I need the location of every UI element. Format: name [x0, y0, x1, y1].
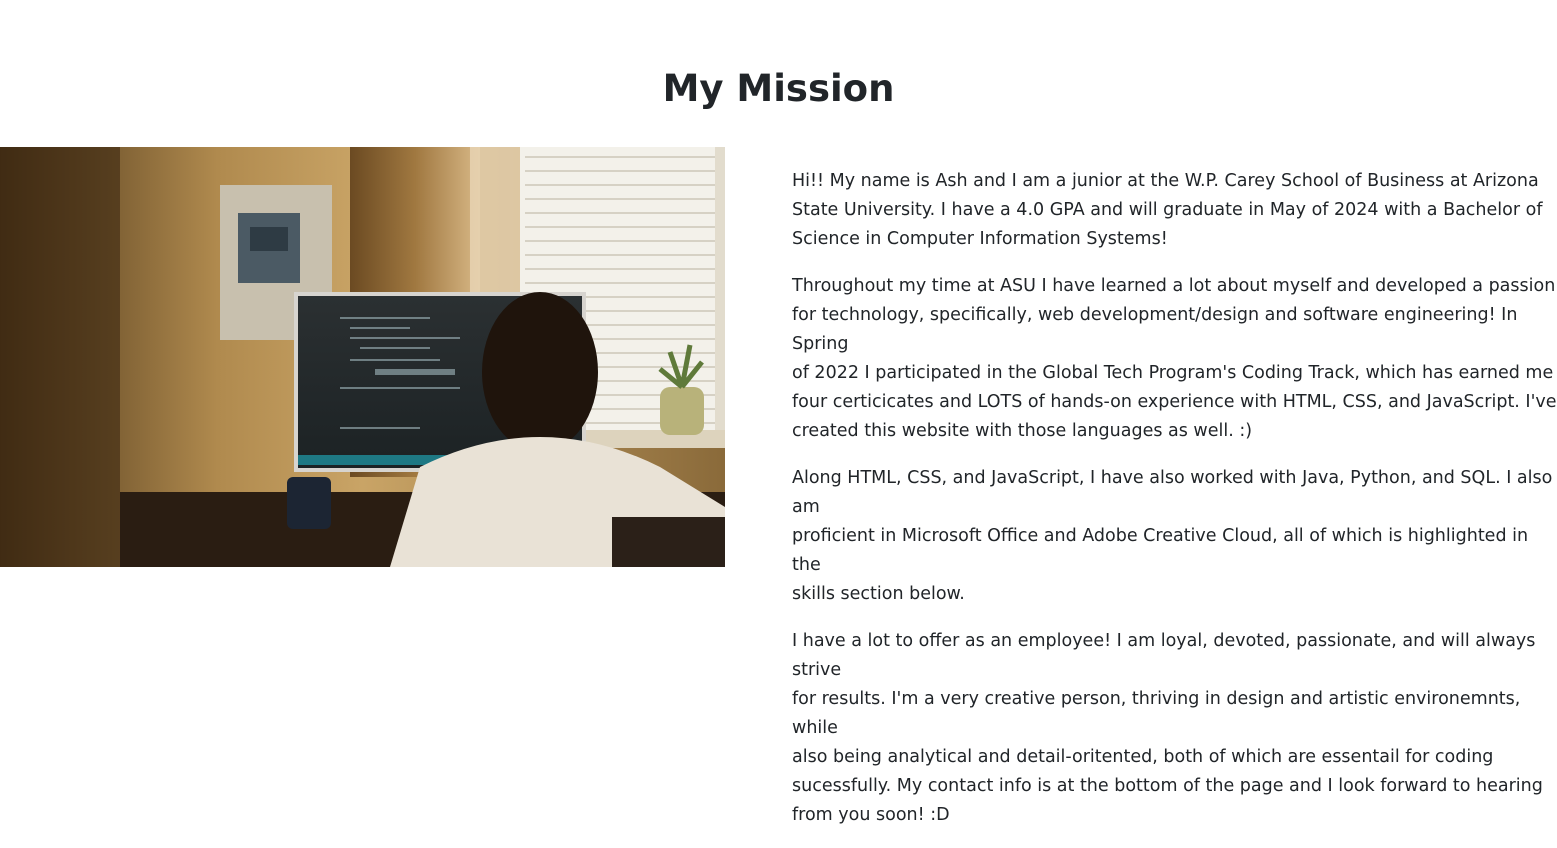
paragraph-passion: Throughout my time at ASU I have learned…: [792, 276, 1557, 441]
mission-photo: [0, 147, 725, 567]
mission-text: Hi!! My name is Ash and I am a junior at…: [792, 167, 1557, 848]
paragraph-intro: Hi!! My name is Ash and I am a junior at…: [792, 171, 1543, 249]
section-title: My Mission: [662, 67, 895, 110]
paragraph-skills: Along HTML, CSS, and JavaScript, I have …: [792, 468, 1553, 604]
paragraph-offer: I have a lot to offer as an employee! I …: [792, 631, 1543, 825]
